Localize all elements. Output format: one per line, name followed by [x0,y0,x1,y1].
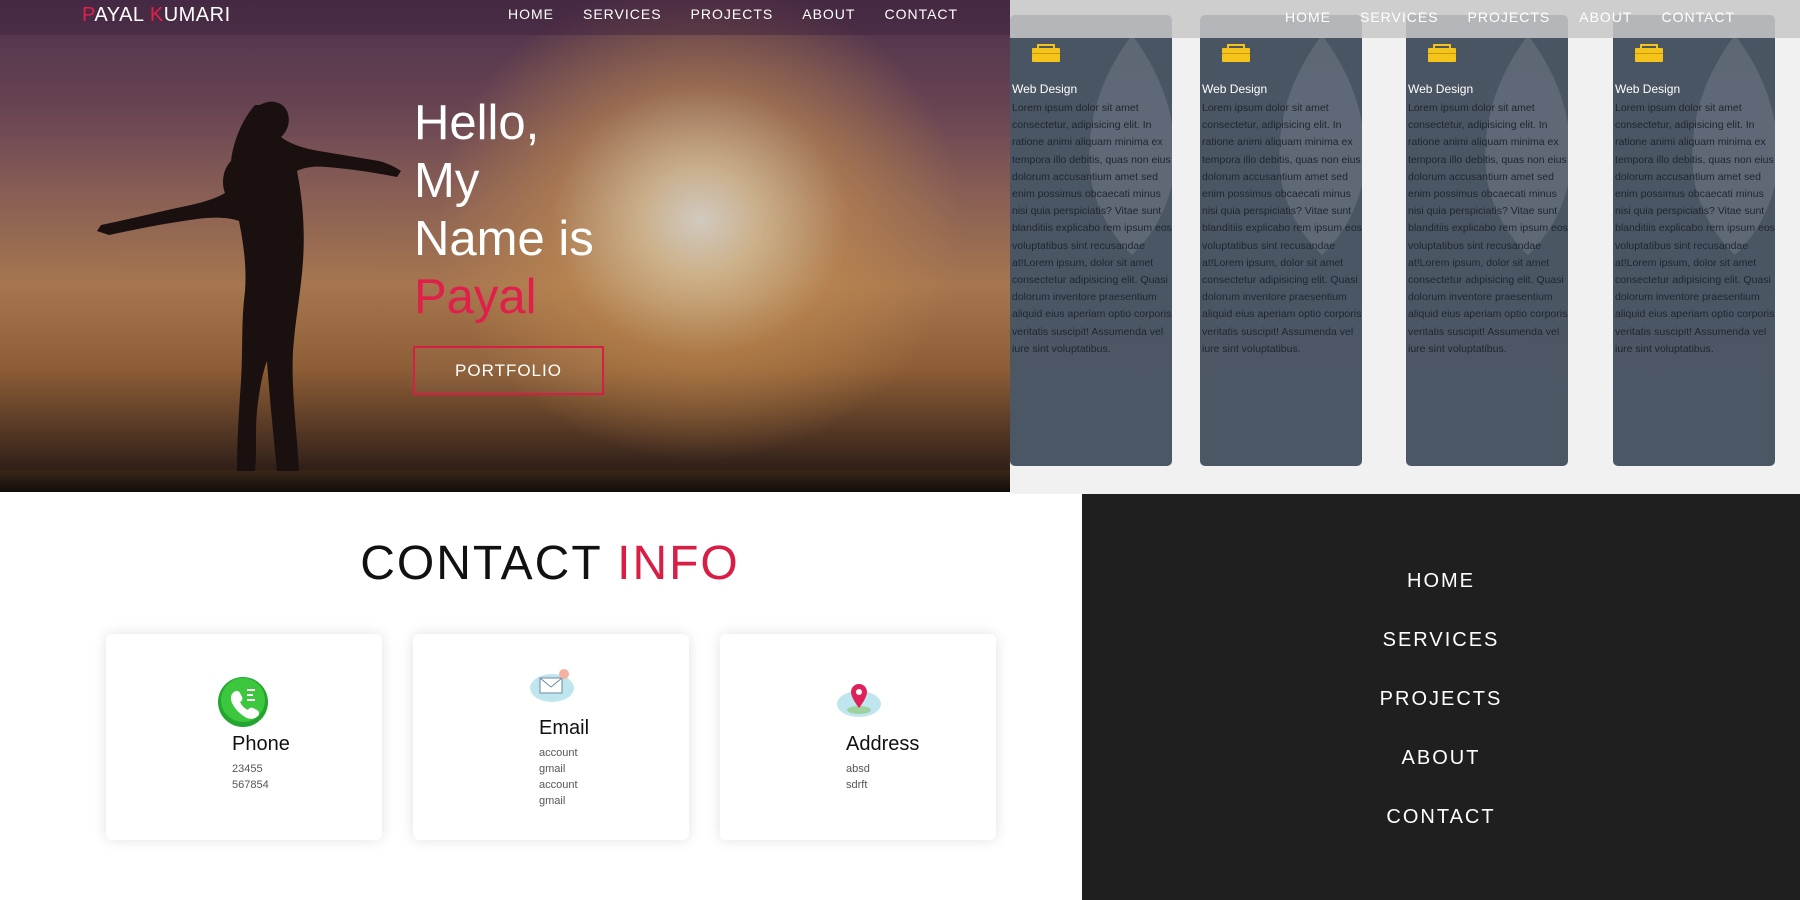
service-card: Web Design Lorem ipsum dolor sit amet co… [1200,15,1362,466]
email-icon [530,669,574,702]
hero-greeting-line: Hello, [414,96,540,150]
contact-card-email: Email account gmail account gmail [413,634,689,840]
service-card-title: Web Design [1408,82,1474,96]
briefcase-icon [1222,44,1250,62]
hero-name: Payal [414,270,537,324]
brand-initial-last: K [149,4,164,26]
hero-heading: Hello, My Name is Payal [414,94,594,326]
service-card-text: Lorem ipsum dolor sit amet consectetur, … [1012,102,1172,355]
brand-initial-first: P [82,4,95,26]
contact-detail-line: absd [846,763,870,775]
menu-item-home[interactable]: HOME [1082,570,1800,593]
service-card-text: Lorem ipsum dolor sit amet consectetur, … [1202,102,1362,355]
service-card-text: Lorem ipsum dolor sit amet consectetur, … [1408,102,1568,355]
contact-detail-line: 23455 [232,763,263,775]
nav-link-projects[interactable]: PROJECTS [691,6,774,22]
services-section: Web Design Lorem ipsum dolor sit amet co… [1010,0,1800,494]
service-card: Web Design Lorem ipsum dolor sit amet co… [1613,15,1775,466]
top-navbar: PAYAL KUMARI HOME SERVICES PROJECTS ABOU… [0,0,1010,35]
nav-link-about[interactable]: ABOUT [802,6,855,22]
hero-greeting-line: Name is [414,212,594,266]
contact-card-details: account gmail account gmail [539,745,578,809]
service-card-title: Web Design [1202,82,1268,96]
menu-item-contact[interactable]: CONTACT [1082,806,1800,829]
brand-last-name: UMARI [163,4,231,26]
briefcase-icon [1635,44,1663,62]
nav-link-services[interactable]: SERVICES [583,6,662,22]
service-card-text: Lorem ipsum dolor sit amet consectetur, … [1615,102,1775,355]
service-card: Web Design Lorem ipsum dolor sit amet co… [1010,15,1172,466]
briefcase-icon [1428,44,1456,62]
contact-card-details: absd sdrft [846,761,870,793]
contact-detail-line: gmail [539,795,566,807]
contact-card-details: 23455 567854 [232,761,269,793]
phone-icon [218,677,268,727]
hero-greeting-line: My [414,154,480,208]
nav-link-home[interactable]: HOME [1285,9,1331,25]
contact-section: CONTACT INFO Phone 23455 567854 Email ac… [0,494,1082,900]
services-navbar: HOME SERVICES PROJECTS ABOUT CONTACT [1010,0,1800,38]
contact-heading-main: CONTACT [360,537,618,590]
contact-detail-line: account [539,747,578,759]
contact-detail-line: 567854 [232,779,269,791]
menu-item-services[interactable]: SERVICES [1082,629,1800,652]
contact-card-label: Phone [232,733,290,755]
briefcase-icon [1032,44,1060,62]
nav-link-about[interactable]: ABOUT [1579,9,1632,25]
menu-item-about[interactable]: ABOUT [1082,747,1800,770]
contact-card-label: Email [539,717,590,739]
map-pin-icon [837,684,881,717]
hero-section: PAYAL KUMARI HOME SERVICES PROJECTS ABOU… [0,0,1010,492]
main-nav: HOME SERVICES PROJECTS ABOUT CONTACT [508,6,958,22]
contact-detail-line: sdrft [846,779,868,791]
contact-card-label: Address [846,733,920,755]
service-card-title: Web Design [1012,82,1078,96]
menu-item-projects[interactable]: PROJECTS [1082,688,1800,711]
nav-link-home[interactable]: HOME [508,6,554,22]
service-card-title: Web Design [1615,82,1681,96]
services-nav: HOME SERVICES PROJECTS ABOUT CONTACT [1285,9,1735,25]
nav-link-contact[interactable]: CONTACT [1661,9,1735,25]
contact-detail-line: gmail [539,763,566,775]
service-card: Web Design Lorem ipsum dolor sit amet co… [1406,15,1568,466]
contact-heading-accent: INFO [617,537,740,590]
nav-link-projects[interactable]: PROJECTS [1468,9,1551,25]
contact-detail-line: account [539,779,578,791]
woman-silhouette-image [97,101,401,471]
nav-link-services[interactable]: SERVICES [1360,9,1439,25]
portfolio-button[interactable]: PORTFOLIO [413,346,604,395]
mobile-menu: HOME SERVICES PROJECTS ABOUT CONTACT [1082,494,1800,900]
contact-card-phone: Phone 23455 567854 [106,634,382,840]
brand-logo[interactable]: PAYAL KUMARI [82,4,231,27]
contact-heading: CONTACT INFO [0,536,1100,591]
contact-card-address: Address absd sdrft [720,634,996,840]
nav-link-contact[interactable]: CONTACT [884,6,958,22]
brand-first-name: AYAL [94,4,150,26]
